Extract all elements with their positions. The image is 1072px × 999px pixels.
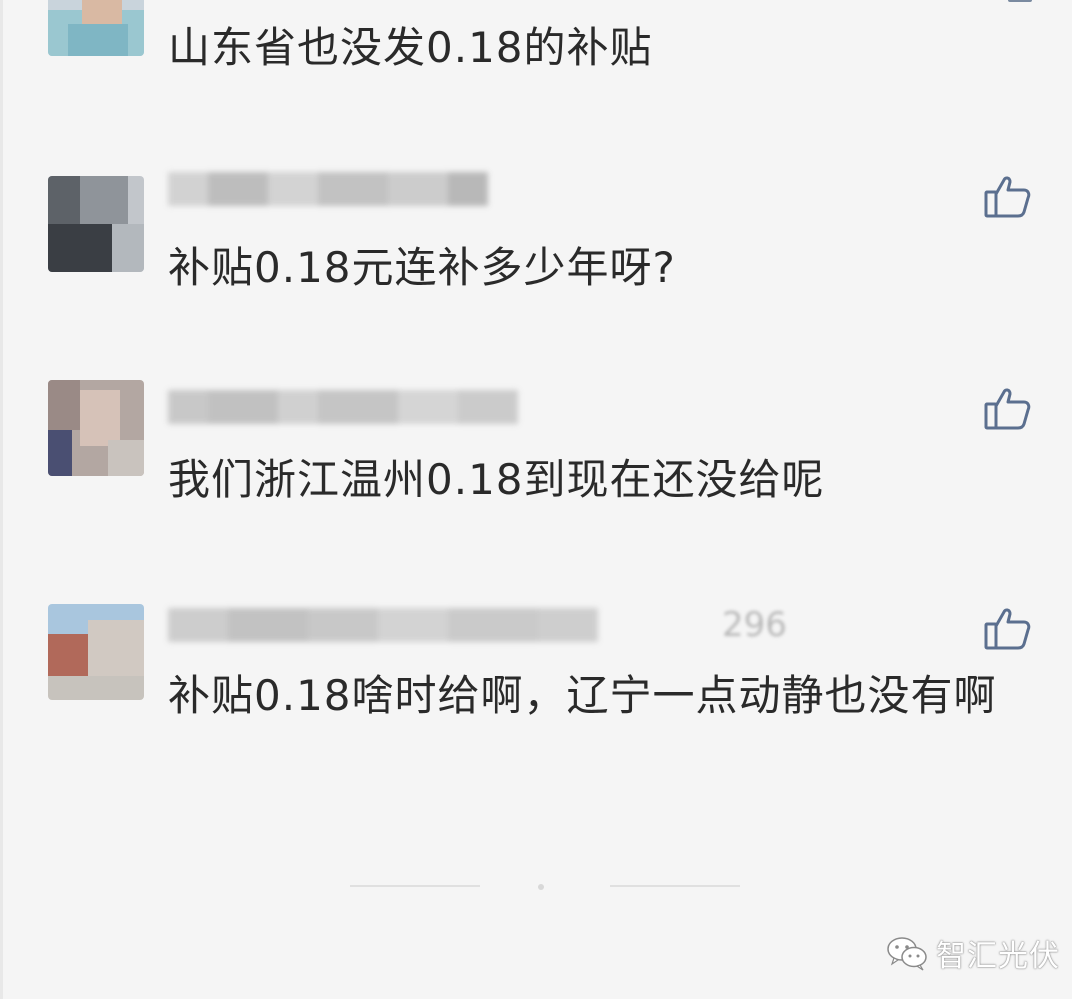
username-blurred xyxy=(168,386,518,428)
divider-dot xyxy=(538,884,544,890)
left-edge-divider xyxy=(0,0,3,999)
wechat-icon xyxy=(887,937,927,971)
thumbs-up-icon xyxy=(984,388,1031,430)
username-blurred xyxy=(168,168,488,210)
top-like-icon-partial[interactable] xyxy=(1008,0,1032,2)
watermark: 智汇光伏 xyxy=(886,928,1060,978)
comment-text: 补贴0.18啥时给啊，辽宁一点动静也没有啊 xyxy=(168,671,997,720)
thumbs-up-icon xyxy=(984,608,1031,650)
watermark-text: 智汇光伏 xyxy=(936,939,1060,974)
comment-text: 山东省也没发0.18的补贴 xyxy=(168,23,653,72)
comment-text: 我们浙江温州0.18到现在还没给呢 xyxy=(168,455,825,504)
avatar[interactable] xyxy=(48,0,144,56)
divider-line-left xyxy=(350,885,480,887)
avatar[interactable] xyxy=(48,604,144,700)
comment-list-screen: 山东省也没发0.18的补贴 补贴0.18元连补多少年呀? 我们浙江温州0.18到… xyxy=(0,0,1072,999)
avatar[interactable] xyxy=(48,176,144,272)
username-fragment: 296 xyxy=(722,605,787,645)
like-button[interactable] xyxy=(980,170,1034,224)
avatar[interactable] xyxy=(48,380,144,476)
like-button[interactable] xyxy=(980,382,1034,436)
divider-line-right xyxy=(610,885,740,887)
like-button[interactable] xyxy=(980,602,1034,656)
thumbs-up-icon xyxy=(984,176,1031,218)
username-blurred xyxy=(168,604,598,646)
end-of-list-divider xyxy=(350,882,740,892)
comment-text: 补贴0.18元连补多少年呀? xyxy=(168,243,676,292)
